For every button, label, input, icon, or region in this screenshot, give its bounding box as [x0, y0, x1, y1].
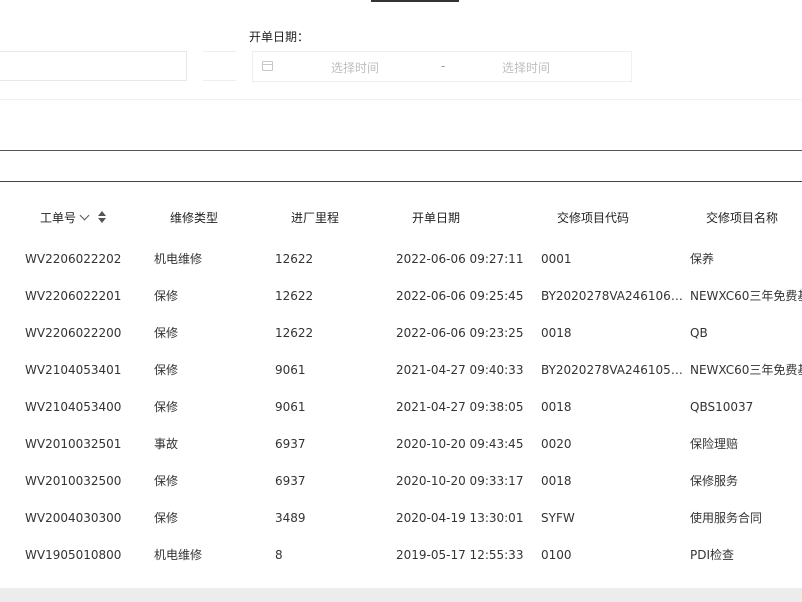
table-row[interactable]: WV2206022202 机电维修 12622 2022-06-06 09:27:11…: [0, 241, 802, 278]
chevron-down-icon[interactable]: [79, 210, 90, 221]
work-order-page: 开单日期： 选择时间 - 选择时间 工单号 维修类型 进厂里程 开单日期 交修项…: [0, 0, 802, 602]
filter-input-secondary[interactable]: [203, 51, 236, 81]
table-row[interactable]: WV2104053401 保修 9061 2021-04-27 09:40:33 BY2…: [0, 352, 802, 389]
sort-control[interactable]: [79, 210, 110, 225]
date-range-picker[interactable]: 选择时间 - 选择时间: [252, 51, 632, 82]
date-range-separator: -: [441, 59, 446, 73]
table-cell: 9061: [275, 400, 306, 414]
divider: [0, 99, 802, 100]
table-cell: 12622: [275, 326, 314, 340]
table-cell: QB: [690, 326, 708, 340]
table-cell: 2022-06-06 09:23:25: [396, 326, 524, 340]
table-row[interactable]: WV1905010800 机电维修 8 2019-05-17 12:55:33 0100…: [0, 537, 802, 574]
date-end-input[interactable]: 选择时间: [502, 59, 550, 76]
table-cell: NEWXC60三年免费基: [690, 363, 802, 377]
table-cell: WV2206022202: [25, 252, 122, 266]
sort-ascending-icon[interactable]: [98, 211, 106, 216]
table-cell: 12622: [275, 289, 314, 303]
table-cell: 保修服务: [690, 474, 739, 488]
table-cell: 0018: [541, 326, 572, 340]
table-cell: 机电维修: [154, 548, 203, 562]
table-cell: 3489: [275, 511, 306, 525]
column-header-order-no[interactable]: 工单号: [40, 209, 76, 226]
table-cell: BY2020278VA246106MF…: [541, 289, 689, 303]
column-header-open-date: 开单日期: [412, 211, 461, 225]
table-row[interactable]: WV2206022200 保修 12622 2022-06-06 09:23:25 00…: [0, 315, 802, 352]
table-cell: 事故: [154, 437, 179, 451]
active-tab-indicator: [371, 0, 459, 2]
table-cell: WV2104053401: [25, 363, 122, 377]
column-header-item-name: 交修项目名称: [706, 211, 779, 225]
column-header-mileage: 进厂里程: [291, 211, 340, 225]
table-cell: 2021-04-27 09:40:33: [396, 363, 524, 377]
column-header-repair-type: 维修类型: [170, 211, 219, 225]
table-cell: 2022-06-06 09:25:45: [396, 289, 524, 303]
calendar-icon: [262, 61, 273, 71]
table-cell: WV2206022201: [25, 289, 122, 303]
table-cell: 机电维修: [154, 252, 203, 266]
table-cell: WV2104053400: [25, 400, 122, 414]
table-cell: 0018: [541, 400, 572, 414]
table-cell: 保修: [154, 289, 179, 303]
table-cell: WV1905010800: [25, 548, 122, 562]
table-cell: 保险理赔: [690, 437, 739, 451]
table-cell: 2021-04-27 09:38:05: [396, 400, 524, 414]
table-cell: NEWXC60（四六）: [690, 230, 802, 241]
horizontal-scrollbar[interactable]: [0, 588, 802, 602]
table-cell: WV2010032500: [25, 474, 122, 488]
table-cell: WV2004030300: [25, 511, 122, 525]
divider: [0, 150, 802, 151]
table-cell: QBS10037: [690, 400, 754, 414]
table-cell: 6937: [275, 474, 306, 488]
table-cell: 2022-06-06 09:27:11: [396, 252, 524, 266]
table-row[interactable]: WV2010032500 保修 6937 2020-10-20 09:33:17 001…: [0, 463, 802, 500]
table-cell: 8: [275, 548, 283, 562]
table-row[interactable]: WV2204051006 保修 10100 2022-04-16 10:00:00 BY…: [0, 230, 802, 241]
table-cell: WV2204051006: [25, 230, 145, 241]
table-cell: 保修: [154, 363, 179, 377]
table-row[interactable]: WV2010032501 事故 6937 2020-10-20 09:43:45 002…: [0, 426, 802, 463]
table-cell: 2020-10-20 09:43:45: [396, 437, 524, 451]
date-start-input[interactable]: 选择时间: [331, 59, 379, 76]
column-header-item-code: 交修项目代码: [557, 211, 630, 225]
table-row[interactable]: WV2004030300 保修 3489 2020-04-19 13:30:01 SYF…: [0, 500, 802, 537]
table-cell: 保修: [154, 511, 179, 525]
table-cell: 保修: [154, 326, 179, 340]
date-filter-label: 开单日期：: [249, 30, 310, 44]
table-cell: NEWXC60三年免费基: [690, 289, 802, 303]
table-cell: BY2020278VA246105MF…: [541, 363, 689, 377]
filter-input[interactable]: [0, 51, 187, 81]
divider: [0, 181, 802, 182]
table-cell: 0100: [541, 548, 572, 562]
table-cell: 2019-05-17 12:55:33: [396, 548, 524, 562]
table-cell: 12622: [275, 252, 314, 266]
table-cell: 6937: [275, 437, 306, 451]
table-cell: 0018: [541, 474, 572, 488]
table-cell: 0001: [541, 252, 572, 266]
table-cell: 9061: [275, 363, 306, 377]
table-cell: 10100: [275, 230, 385, 241]
table-cell: 保修: [154, 474, 179, 488]
table-cell: 2020-10-20 09:33:17: [396, 474, 524, 488]
table-body: WV2204051006 保修 10100 2022-04-16 10:00:00 BY…: [0, 230, 802, 588]
table-cell: WV2010032501: [25, 437, 122, 451]
table-cell: 0020: [541, 437, 572, 451]
table-cell: 使用服务合同: [690, 511, 763, 525]
table-cell: 保养: [690, 252, 715, 266]
sort-descending-icon[interactable]: [98, 218, 106, 223]
table-cell: 保修: [154, 400, 179, 414]
table-cell: 2020-04-19 13:30:01: [396, 511, 524, 525]
table-cell: 2022-04-16 10:00:00: [396, 230, 536, 241]
table-cell: BY2020278VA246105MF…: [541, 230, 689, 241]
table-cell: 保修: [154, 230, 264, 241]
table-cell: SYFW: [541, 511, 575, 525]
table-cell: PDI检查: [690, 548, 735, 562]
table-row[interactable]: WV2206022201 保修 12622 2022-06-06 09:25:45 BY…: [0, 278, 802, 315]
table-cell: WV2206022200: [25, 326, 122, 340]
table-row[interactable]: WV2104053400 保修 9061 2021-04-27 09:38:05 001…: [0, 389, 802, 426]
